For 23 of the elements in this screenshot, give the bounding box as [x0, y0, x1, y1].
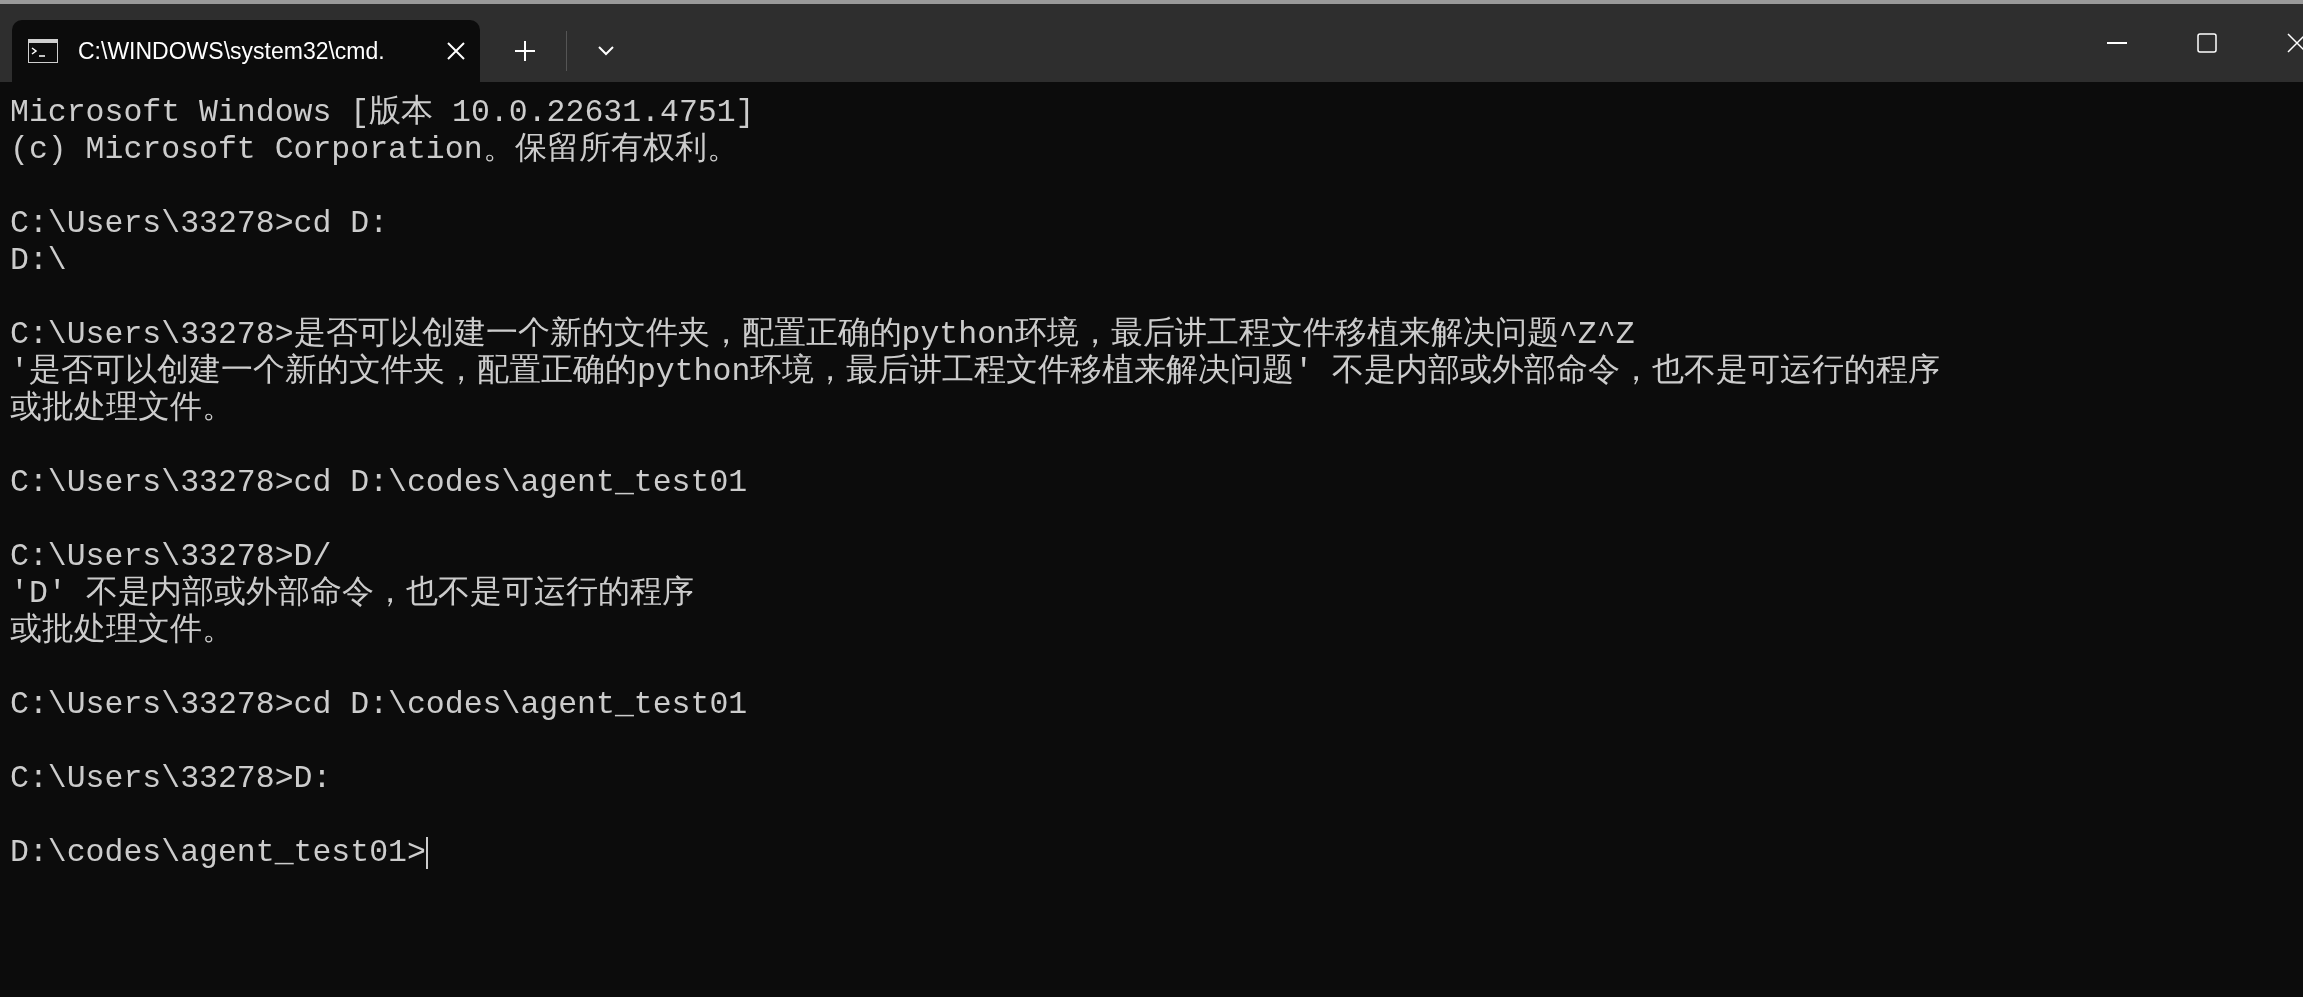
tab-title: C:\WINDOWS\system32\cmd. — [78, 36, 386, 66]
console-line: C:\Users\33278>cd D:\codes\agent_test01 — [10, 686, 748, 723]
console-line: Microsoft Windows [版本 10.0.22631.4751] — [10, 94, 755, 131]
close-icon[interactable] — [446, 41, 466, 61]
maximize-icon[interactable] — [2197, 33, 2217, 53]
console-line: 'D' 不是内部或外部命令，也不是可运行的程序 — [10, 575, 694, 612]
console-line: D:\ — [10, 242, 67, 279]
console-line: D:\codes\agent_test01> — [10, 834, 426, 871]
console-line: 或批处理文件。 — [10, 390, 234, 427]
terminal-icon — [28, 39, 58, 63]
console-line: (c) Microsoft Corporation。保留所有权利。 — [10, 131, 739, 168]
plus-icon[interactable] — [514, 40, 536, 62]
console-line: C:\Users\33278>是否可以创建一个新的文件夹，配置正确的python环境，最后讲工程文件移植来解决问题^Z^Z — [10, 316, 1635, 353]
chevron-down-icon[interactable] — [597, 45, 615, 57]
console-line: C:\Users\33278>D: — [10, 760, 332, 797]
console-line: C:\Users\33278>D/ — [10, 538, 332, 575]
console-line: C:\Users\33278>cd D: — [10, 205, 389, 242]
console-line: 或批处理文件。 — [10, 612, 234, 649]
console-line: C:\Users\33278>cd D:\codes\agent_test01 — [10, 464, 748, 501]
console-line: '是否可以创建一个新的文件夹，配置正确的python环境，最后讲工程文件移植来解决问题' 不是内部或外部命令，也不是可运行的程序 — [10, 353, 1941, 390]
minimize-icon[interactable] — [2107, 41, 2127, 45]
terminal-tab[interactable]: C:\WINDOWS\system32\cmd. — [12, 20, 480, 82]
close-icon[interactable] — [2287, 33, 2303, 53]
